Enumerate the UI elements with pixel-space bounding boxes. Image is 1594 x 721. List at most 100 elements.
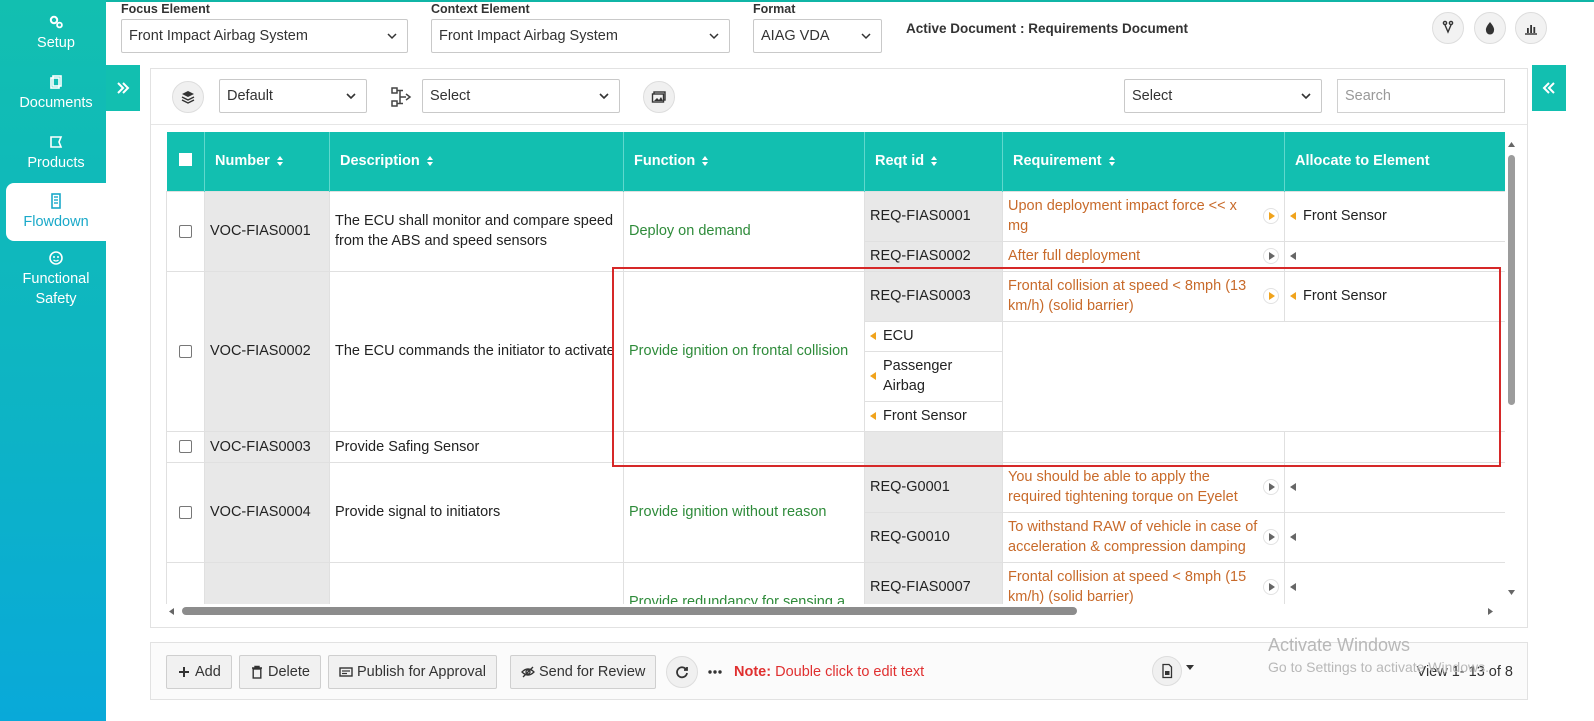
image-button[interactable] xyxy=(643,81,675,113)
column-header-function[interactable]: Function xyxy=(623,132,865,191)
element-cell[interactable]: Front Sensor xyxy=(864,400,1003,432)
scroll-left-icon[interactable] xyxy=(168,607,175,616)
merge-button[interactable] xyxy=(1432,12,1464,44)
play-icon[interactable] xyxy=(1263,579,1279,595)
allocate-cell[interactable] xyxy=(1284,461,1505,513)
caret-left-icon[interactable] xyxy=(870,412,876,420)
chevron-down-icon xyxy=(387,33,397,40)
search-input[interactable] xyxy=(1337,79,1505,113)
description-cell[interactable] xyxy=(329,561,624,604)
caret-left-icon[interactable] xyxy=(870,332,876,340)
row-checkbox[interactable] xyxy=(179,344,192,358)
table-row[interactable]: VOC-FIAS0001 The ECU shall monitor and c… xyxy=(166,190,1505,272)
caret-left-icon[interactable] xyxy=(1290,252,1296,260)
sidebar-item-documents[interactable]: Documents xyxy=(6,64,106,122)
caret-left-icon[interactable] xyxy=(1290,533,1296,541)
vertical-scroll-thumb[interactable] xyxy=(1508,155,1515,405)
vertical-scrollbar[interactable] xyxy=(1506,139,1516,605)
requirement-cell[interactable]: To withstand RAW of vehicle in case of a… xyxy=(1002,511,1285,563)
play-icon[interactable] xyxy=(1263,208,1279,224)
table-row[interactable]: VOC-FIAS0003 Provide Safing Sensor xyxy=(166,430,1505,463)
play-icon[interactable] xyxy=(1263,288,1279,304)
caret-left-icon[interactable] xyxy=(1290,212,1296,220)
chart-button[interactable] xyxy=(1515,12,1547,44)
select-all-checkbox[interactable] xyxy=(178,152,192,166)
format-select[interactable]: AIAG VDA xyxy=(753,19,882,53)
scroll-right-icon[interactable] xyxy=(1487,607,1494,616)
export-button[interactable] xyxy=(1152,656,1182,686)
layers-button[interactable] xyxy=(172,81,204,113)
sidebar-item-products[interactable]: Products xyxy=(6,124,106,182)
add-label: Add xyxy=(195,664,221,680)
requirement-cell[interactable]: After full deployment xyxy=(1002,240,1285,272)
requirement-cell[interactable]: Frontal collision at speed < 8mph (13 km… xyxy=(1002,270,1285,322)
play-icon[interactable] xyxy=(1263,529,1279,545)
focus-element-select[interactable]: Front Impact Airbag System xyxy=(121,19,408,53)
context-element-label: Context Element xyxy=(431,2,530,16)
delete-button[interactable]: Delete xyxy=(239,655,321,689)
requirement-cell[interactable]: You should be able to apply the required… xyxy=(1002,461,1285,513)
expand-left-toggle[interactable] xyxy=(106,65,140,111)
refresh-button[interactable] xyxy=(666,656,698,688)
caret-left-icon[interactable] xyxy=(1290,483,1296,491)
sidebar-item-flowdown[interactable]: Flowdown xyxy=(6,183,106,241)
sidebar-item-functional-safety[interactable]: Functional Safety xyxy=(6,246,106,312)
expand-right-toggle[interactable] xyxy=(1532,65,1566,111)
element-cell[interactable]: Passenger Airbag xyxy=(864,350,1003,402)
description-cell[interactable]: The ECU commands the initiator to activa… xyxy=(329,270,624,432)
publish-button[interactable]: Publish for Approval xyxy=(328,655,497,689)
function-cell[interactable]: Provide redundancy for sensing a xyxy=(623,561,865,604)
caret-left-icon[interactable] xyxy=(870,372,876,380)
drop-button[interactable] xyxy=(1474,12,1506,44)
function-cell[interactable]: Deploy on demand xyxy=(623,190,865,272)
allocate-cell[interactable] xyxy=(1284,561,1505,604)
scroll-up-icon[interactable] xyxy=(1507,141,1516,148)
row-checkbox[interactable] xyxy=(179,224,192,238)
more-icon[interactable] xyxy=(708,669,722,675)
sidebar-item-setup[interactable]: Setup xyxy=(6,4,106,62)
function-cell[interactable]: Provide ignition without reason xyxy=(623,461,865,563)
send-review-button[interactable]: Send for Review xyxy=(510,655,657,689)
context-element-select[interactable]: Front Impact Airbag System xyxy=(431,19,730,53)
row-checkbox[interactable] xyxy=(179,505,192,519)
function-cell[interactable]: Provide ignition on frontal collision xyxy=(623,270,865,432)
add-button[interactable]: Add xyxy=(166,655,232,689)
allocate-cell[interactable] xyxy=(1284,240,1505,272)
allocate-cell[interactable]: Front Sensor xyxy=(1284,190,1505,242)
layout-select-value: Default xyxy=(227,88,273,104)
allocate-cell[interactable] xyxy=(1284,430,1505,463)
description-cell[interactable]: Provide Safing Sensor xyxy=(329,430,624,463)
hierarchy-icon[interactable] xyxy=(390,85,414,109)
hierarchy-select[interactable]: Select xyxy=(422,79,620,113)
activate-windows-watermark: Activate Windows Go to Settings to activ… xyxy=(1268,634,1489,678)
description-cell[interactable]: The ECU shall monitor and compare speed … xyxy=(329,190,624,272)
caret-left-icon[interactable] xyxy=(1290,292,1296,300)
caret-down-icon[interactable] xyxy=(1186,665,1194,671)
row-checkbox[interactable] xyxy=(179,440,192,454)
function-cell[interactable] xyxy=(623,430,865,463)
requirement-cell[interactable] xyxy=(1002,430,1285,463)
column-header-number[interactable]: Number xyxy=(204,132,330,191)
column-header-reqt-id[interactable]: Reqt id xyxy=(864,132,1003,191)
column-header-allocate[interactable]: Allocate to Element xyxy=(1284,132,1505,191)
allocate-cell[interactable]: Front Sensor xyxy=(1284,270,1505,322)
allocate-cell[interactable] xyxy=(1284,511,1505,563)
chevron-down-icon xyxy=(599,93,609,100)
caret-left-icon[interactable] xyxy=(1290,583,1296,591)
play-icon[interactable] xyxy=(1263,248,1279,264)
requirement-cell[interactable]: Frontal collision at speed < 8mph (15 km… xyxy=(1002,561,1285,604)
column-header-description[interactable]: Description xyxy=(329,132,624,191)
column-header-requirement[interactable]: Requirement xyxy=(1002,132,1285,191)
horizontal-scroll-thumb[interactable] xyxy=(182,607,1077,615)
filter-select[interactable]: Select xyxy=(1124,79,1322,113)
description-cell[interactable]: Provide signal to initiators xyxy=(329,461,624,563)
scroll-down-icon[interactable] xyxy=(1507,589,1516,596)
table-row[interactable]: VOC-FIAS0002 The ECU commands the initia… xyxy=(166,270,1505,432)
play-icon[interactable] xyxy=(1263,479,1279,495)
horizontal-scrollbar[interactable] xyxy=(166,604,1496,618)
layout-select[interactable]: Default xyxy=(219,79,367,113)
requirement-cell[interactable]: Upon deployment impact force << x mg xyxy=(1002,190,1285,242)
table-row[interactable]: Provide redundancy for sensing a REQ-FIA… xyxy=(166,561,1505,604)
element-cell[interactable]: ECU xyxy=(864,320,1003,352)
table-row[interactable]: VOC-FIAS0004 Provide signal to initiator… xyxy=(166,461,1505,563)
